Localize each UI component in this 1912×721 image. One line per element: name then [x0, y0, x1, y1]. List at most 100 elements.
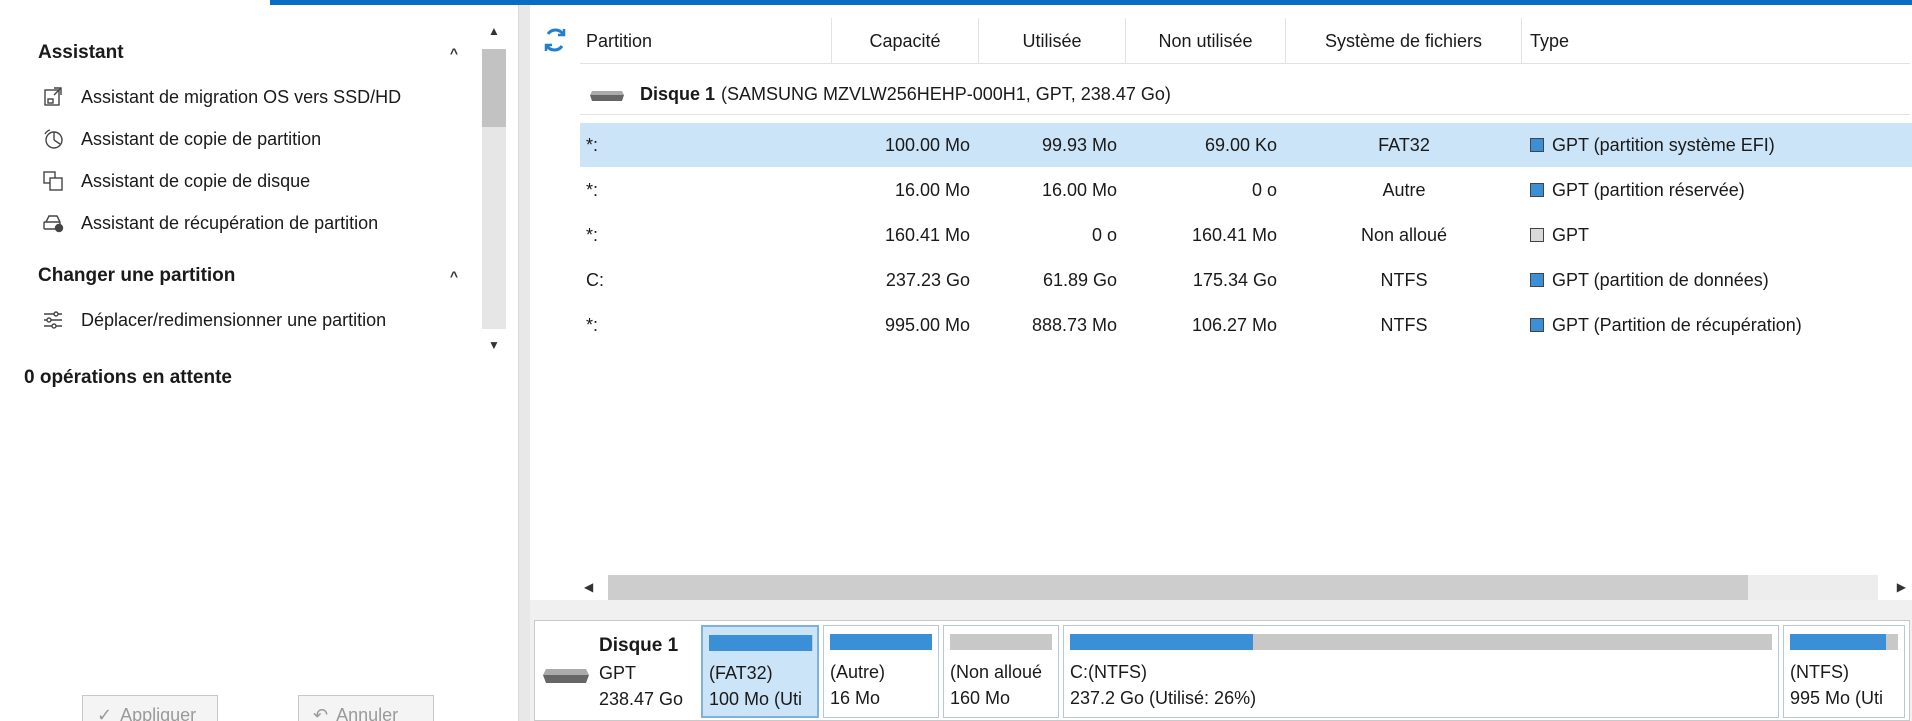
cell-used: 61.89 Go [1042, 270, 1117, 290]
partition-block-size: 237.2 Go (Utilisé: 26%) [1070, 688, 1257, 708]
cell-fs: NTFS [1380, 270, 1428, 290]
partition-block[interactable]: (FAT32) 100 Mo (Uti [701, 625, 819, 718]
disk-drive-icon [590, 90, 624, 101]
partition-block-size: 160 Mo [950, 688, 1011, 708]
cell-used: 0 o [1091, 225, 1117, 245]
cell-capacity: 100.00 Mo [884, 135, 970, 155]
cell-partition: *: [586, 180, 599, 200]
partition-block[interactable]: (Autre) 16 Mo [823, 625, 939, 718]
usage-bar [950, 634, 1052, 650]
partition-color-swatch [1530, 228, 1544, 242]
refresh-icon[interactable] [540, 25, 570, 55]
scroll-right-arrow-icon[interactable]: ▶ [1897, 575, 1906, 600]
copy-disk-icon [40, 169, 66, 193]
partition-block-size: 995 Mo (Uti [1790, 688, 1884, 708]
copy-partition-icon [40, 127, 66, 151]
section-header-change-partition[interactable]: Changer une partition ^ [38, 261, 458, 291]
nav-item-copy-partition[interactable]: Assistant de copie de partition [40, 122, 480, 156]
cell-partition: *: [586, 225, 599, 245]
cell-unused: 175.34 Go [1192, 270, 1277, 290]
nav-item-migrate-os[interactable]: Assistant de migration OS vers SSD/HD [40, 80, 480, 114]
nav-item-label: Assistant de copie de partition [81, 128, 322, 149]
cell-fs: NTFS [1380, 315, 1428, 335]
disk-name: Disque 1 [640, 84, 716, 104]
disk-map-size: 238.47 Go [599, 689, 684, 709]
disk-drive-icon [543, 669, 589, 683]
column-header-used[interactable]: Utilisée [979, 18, 1126, 64]
cell-used: 99.93 Mo [1041, 135, 1117, 155]
cell-type: GPT (partition de données) [1552, 270, 1769, 290]
nav-item-copy-disk[interactable]: Assistant de copie de disque [40, 164, 480, 198]
cell-capacity: 160.41 Mo [884, 225, 970, 245]
cell-partition: *: [586, 135, 599, 155]
cell-capacity: 16.00 Mo [894, 180, 970, 200]
cell-unused: 69.00 Ko [1204, 135, 1277, 155]
left-vertical-scrollbar[interactable]: ▲ ▼ [480, 19, 506, 357]
cell-fs: Non alloué [1360, 225, 1448, 245]
disk-header-row[interactable]: Disque 1 (SAMSUNG MZVLW256HEHP-000H1, GP… [580, 75, 1910, 115]
disk-map-info[interactable]: Disque 1 GPT 238.47 Go [535, 621, 701, 721]
cell-used: 888.73 Mo [1031, 315, 1117, 335]
partition-block[interactable]: (Non alloué 160 Mo [943, 625, 1059, 718]
scroll-left-arrow-icon[interactable]: ◀ [584, 575, 593, 600]
section-title: Assistant [38, 42, 124, 63]
partition-block-label: (Non alloué [950, 662, 1043, 682]
nav-item-move-resize[interactable]: Déplacer/redimensionner une partition [40, 303, 480, 337]
nav-item-label: Assistant de récupération de partition [81, 212, 379, 233]
column-header-type[interactable]: Type [1522, 18, 1910, 64]
cell-type: GPT (partition système EFI) [1552, 135, 1775, 155]
cell-fs: FAT32 [1378, 135, 1430, 155]
partition-block-size: 16 Mo [830, 688, 881, 708]
cell-type: GPT (partition réservée) [1552, 180, 1745, 200]
partition-block-label: C:(NTFS) [1070, 662, 1147, 682]
disk-map-type: GPT [599, 663, 637, 683]
scroll-thumb[interactable] [482, 49, 506, 127]
disk-map-name: Disque 1 [599, 635, 679, 656]
partition-block-label: (NTFS) [1790, 662, 1849, 682]
usage-bar [1790, 634, 1898, 650]
disk-detail: (SAMSUNG MZVLW256HEHP-000H1, GPT, 238.47… [721, 84, 1171, 104]
section-title: Changer une partition [38, 265, 236, 286]
cell-partition: *: [586, 315, 599, 335]
disk-map: Disque 1 GPT 238.47 Go (FAT32) 100 Mo (Ut… [534, 620, 1910, 721]
nav-item-label: Déplacer/redimensionner une partition [81, 309, 387, 330]
horizontal-scrollbar[interactable]: ◀ ▶ [580, 575, 1912, 600]
cancel-button[interactable]: ↶ Annuler [298, 695, 434, 721]
scroll-up-arrow-icon[interactable]: ▲ [484, 19, 504, 43]
partition-block-size: 100 Mo (Uti [709, 689, 803, 709]
table-row[interactable]: C: 237.23 Go 61.89 Go 175.34 Go NTFS GPT (par… [580, 258, 1912, 302]
table-row[interactable]: *: 16.00 Mo 16.00 Mo 0 o Autre GPT (partition… [580, 168, 1912, 212]
column-header-capacity[interactable]: Capacité [832, 18, 979, 64]
cancel-label: Annuler [336, 704, 399, 721]
scroll-thumb[interactable] [608, 575, 1748, 600]
apply-button[interactable]: ✓ Appliquer [82, 695, 218, 721]
cell-partition: C: [586, 270, 604, 290]
column-header-unused[interactable]: Non utilisée [1126, 18, 1286, 64]
table-header: Partition Capacité Utilisée Non utilisée… [580, 18, 1910, 64]
chevron-up-icon[interactable]: ^ [450, 45, 458, 61]
partition-block[interactable]: (NTFS) 995 Mo (Uti [1783, 625, 1905, 718]
table-row[interactable]: *: 160.41 Mo 0 o 160.41 Mo Non alloué GPT [580, 213, 1912, 257]
table-row[interactable]: *: 100.00 Mo 99.93 Mo 69.00 Ko FAT32 GPT (par… [580, 123, 1912, 167]
usage-fill [1790, 634, 1886, 650]
cell-used: 16.00 Mo [1041, 180, 1117, 200]
usage-bar [1070, 634, 1772, 650]
partition-block-label: (Autre) [830, 662, 886, 682]
partition-block[interactable]: C:(NTFS) 237.2 Go (Utilisé: 26%) [1063, 625, 1779, 718]
nav-item-label: Assistant de copie de disque [81, 170, 311, 191]
column-header-filesystem[interactable]: Système de fichiers [1286, 18, 1522, 64]
usage-fill [1070, 634, 1253, 650]
cell-capacity: 995.00 Mo [884, 315, 970, 335]
partition-color-swatch [1530, 138, 1544, 152]
nav-item-recover-partition[interactable]: Assistant de récupération de partition [40, 206, 480, 240]
table-row[interactable]: *: 995.00 Mo 888.73 Mo 106.27 Mo NTFS GPT (Pa… [580, 303, 1912, 347]
column-header-partition[interactable]: Partition [580, 18, 832, 64]
chevron-up-icon[interactable]: ^ [450, 268, 458, 284]
check-icon: ✓ [97, 704, 113, 721]
apply-label: Appliquer [120, 704, 197, 721]
undo-icon: ↶ [313, 704, 329, 721]
scroll-down-arrow-icon[interactable]: ▼ [484, 333, 504, 357]
section-header-assistant[interactable]: Assistant ^ [38, 38, 458, 68]
panel-splitter[interactable] [518, 5, 530, 721]
pending-operations-label: 0 opérations en attente [24, 367, 232, 388]
